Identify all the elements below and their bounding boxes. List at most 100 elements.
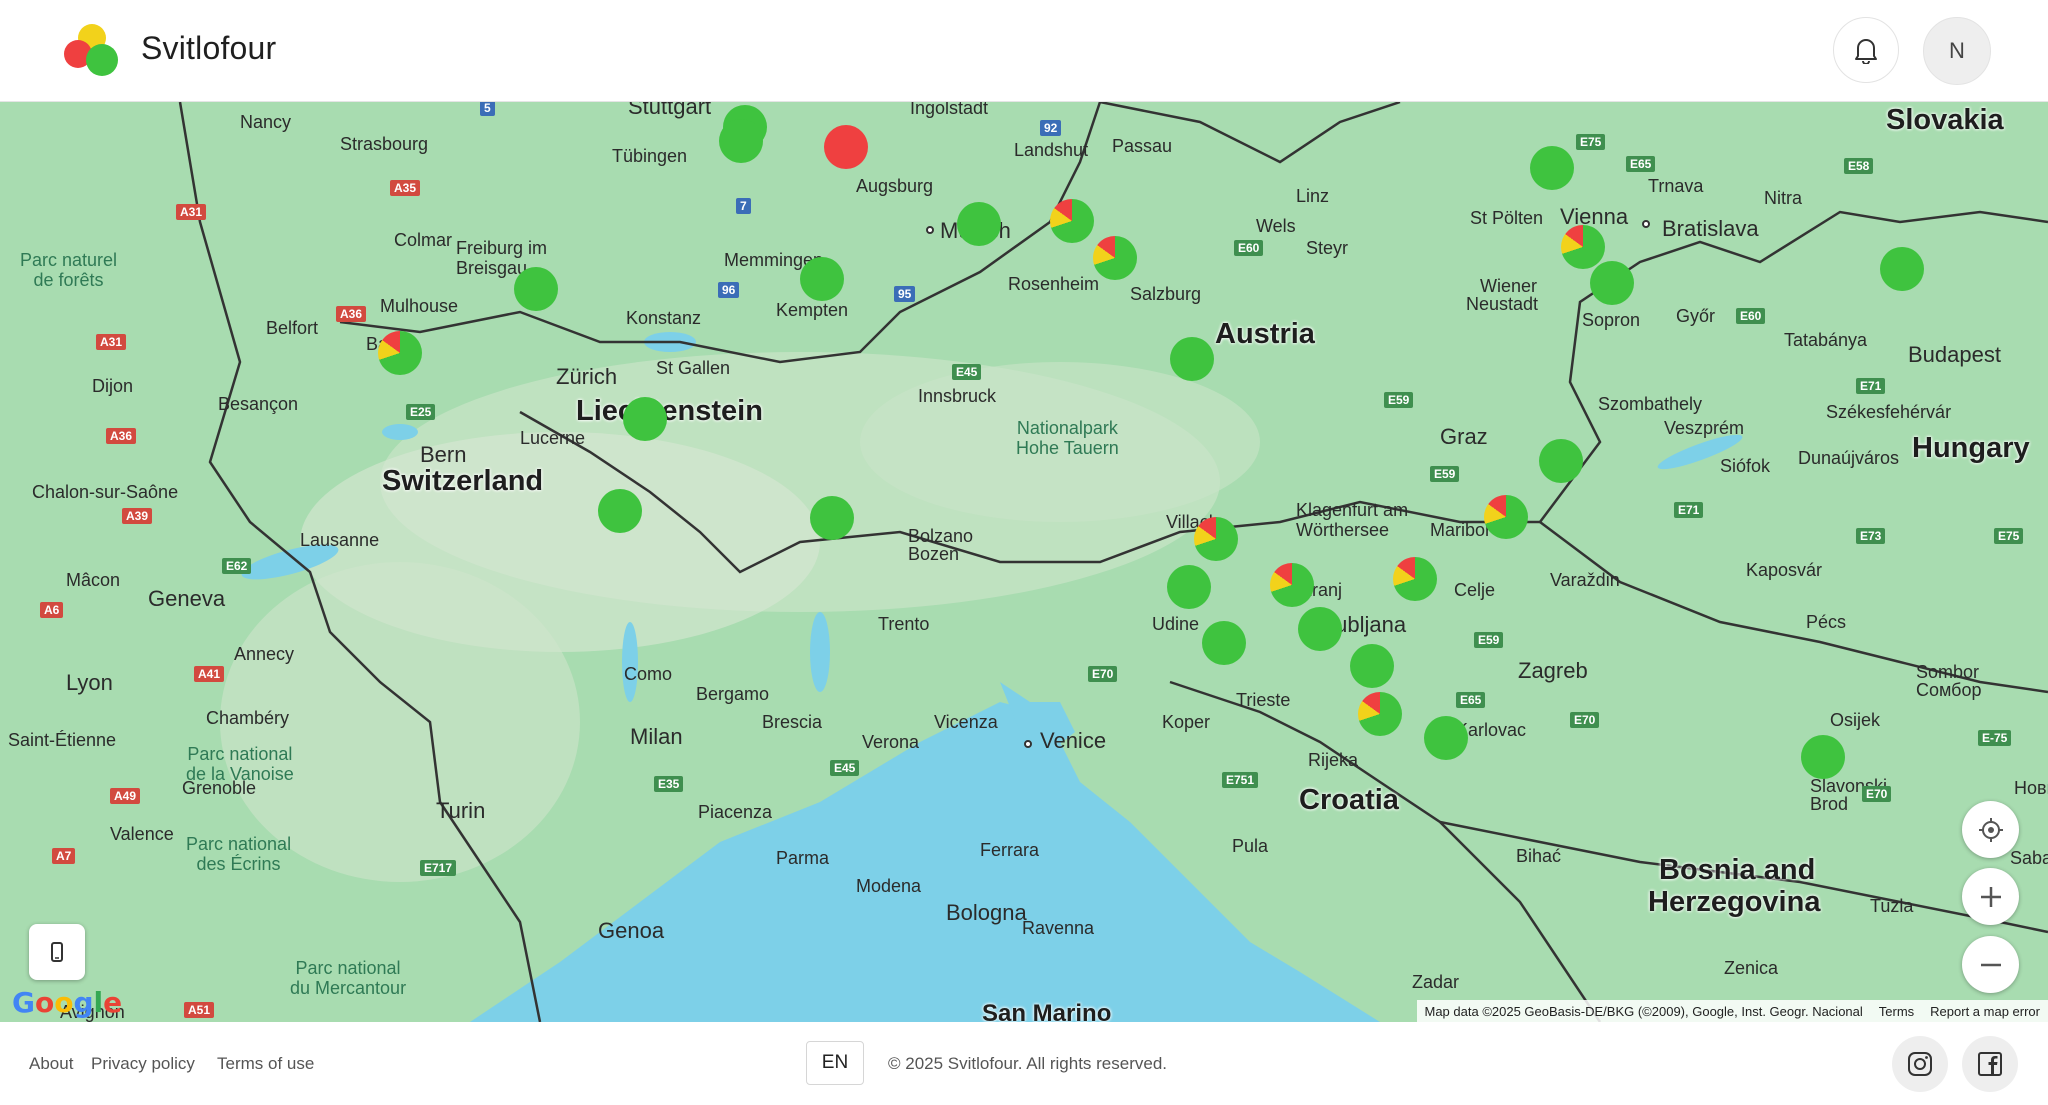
- city-label: Wörthersee: [1296, 520, 1390, 540]
- city-label: St Gallen: [656, 358, 731, 378]
- plus-icon: [1980, 886, 2001, 907]
- status-marker[interactable]: [378, 331, 422, 375]
- city-dot: [926, 226, 934, 234]
- status-marker[interactable]: [957, 202, 1001, 246]
- status-marker[interactable]: [800, 257, 844, 301]
- status-marker[interactable]: [1530, 146, 1574, 190]
- app-title[interactable]: Svitlofour: [141, 30, 276, 67]
- status-marker[interactable]: [1194, 517, 1238, 561]
- city-label: Сомбор: [1916, 680, 1982, 700]
- status-marker[interactable]: [1358, 692, 1402, 736]
- city-label: Dunaújváros: [1798, 448, 1900, 468]
- city-label: Koper: [1162, 712, 1211, 732]
- city-label: Passau: [1112, 136, 1173, 156]
- city-dot: [1642, 220, 1650, 228]
- city-label: Venice: [1040, 728, 1107, 753]
- map-canvas[interactable]: Slovakia Austria Hungary Liechtenstein S…: [0, 102, 2048, 1022]
- status-marker[interactable]: [1298, 607, 1342, 651]
- city-label: Como: [624, 664, 673, 684]
- status-marker[interactable]: [1539, 439, 1583, 483]
- status-marker[interactable]: [824, 125, 868, 169]
- city-label: Geneva: [148, 586, 226, 611]
- city-label: Bologna: [946, 900, 1027, 925]
- country-label: Herzegovina: [1648, 886, 1821, 918]
- city-label: Bihać: [1516, 846, 1562, 866]
- city-label: Tübingen: [612, 146, 688, 166]
- status-marker[interactable]: [598, 489, 642, 533]
- status-marker[interactable]: [1202, 621, 1246, 665]
- status-marker[interactable]: [1801, 735, 1845, 779]
- map-terms-link[interactable]: Terms: [1879, 1004, 1914, 1019]
- city-label: St Pölten: [1470, 208, 1544, 228]
- status-marker[interactable]: [1424, 716, 1468, 760]
- road-shield: A49: [110, 788, 141, 804]
- city-label: Trento: [878, 614, 930, 634]
- zoom-in-button[interactable]: [1962, 868, 2019, 925]
- road-shield: 96: [718, 282, 740, 298]
- status-marker[interactable]: [1170, 337, 1214, 381]
- road-shield: A6: [40, 602, 64, 618]
- status-marker[interactable]: [1880, 247, 1924, 291]
- city-label: Győr: [1676, 306, 1716, 326]
- locate-button[interactable]: [1962, 801, 2019, 858]
- country-label: Slovakia: [1886, 104, 2004, 136]
- privacy-link[interactable]: Privacy policy: [91, 1054, 195, 1074]
- notifications-button[interactable]: [1833, 17, 1899, 83]
- city-label: Pécs: [1806, 612, 1847, 632]
- country-label: Austria: [1215, 318, 1315, 350]
- city-label: Udine: [1152, 614, 1200, 634]
- facebook-button[interactable]: [1962, 1036, 2018, 1092]
- minus-icon: [1980, 963, 2001, 966]
- road-shield: E-75: [1978, 730, 2012, 746]
- road-shield: A39: [122, 508, 153, 524]
- status-marker[interactable]: [1350, 644, 1394, 688]
- road-shield: A31: [176, 204, 207, 220]
- language-select[interactable]: EN: [806, 1041, 864, 1085]
- road-shield: E60: [1736, 308, 1766, 324]
- road-shield: A35: [390, 180, 421, 196]
- road-shield: E75: [1994, 528, 2024, 544]
- logo[interactable]: [62, 24, 122, 78]
- mobile-view-button[interactable]: [29, 924, 85, 980]
- city-label: Genoa: [598, 918, 665, 943]
- status-marker[interactable]: [623, 397, 667, 441]
- road-shield: E59: [1474, 632, 1504, 648]
- status-marker[interactable]: [719, 119, 763, 163]
- status-marker[interactable]: [1050, 199, 1094, 243]
- city-label: Steyr: [1306, 238, 1349, 258]
- city-label: Veszprém: [1664, 418, 1745, 438]
- city-label: Lucerne: [520, 428, 586, 448]
- city-label: Nitra: [1764, 188, 1803, 208]
- footer: About Privacy policy Terms of use EN © 2…: [0, 1022, 2048, 1105]
- city-label: Szombathely: [1598, 394, 1703, 414]
- road-shield: E59: [1430, 466, 1460, 482]
- status-marker[interactable]: [1393, 557, 1437, 601]
- instagram-button[interactable]: [1892, 1036, 1948, 1092]
- status-marker[interactable]: [514, 267, 558, 311]
- city-label: Zadar: [1412, 972, 1460, 992]
- city-label: Landshut: [1014, 140, 1089, 160]
- city-label: Besançon: [218, 394, 299, 414]
- status-marker[interactable]: [1561, 225, 1605, 269]
- avatar[interactable]: N: [1923, 17, 1991, 85]
- city-label: Budapest: [1908, 342, 2001, 367]
- status-marker[interactable]: [1167, 565, 1211, 609]
- status-marker[interactable]: [1590, 261, 1634, 305]
- city-label: Bern: [420, 442, 467, 467]
- city-label: Trnava: [1648, 176, 1704, 196]
- city-label: Sabac: [2010, 848, 2048, 868]
- road-shield: 92: [1040, 120, 1062, 136]
- zoom-out-button[interactable]: [1962, 936, 2019, 993]
- status-marker[interactable]: [1484, 495, 1528, 539]
- status-marker[interactable]: [810, 496, 854, 540]
- about-link[interactable]: About: [29, 1054, 73, 1074]
- city-label: Bergamo: [696, 684, 770, 704]
- city-label: Siófok: [1720, 456, 1771, 476]
- road-shield: 7: [736, 198, 751, 214]
- terms-link[interactable]: Terms of use: [217, 1054, 314, 1074]
- status-marker[interactable]: [1270, 563, 1314, 607]
- status-marker[interactable]: [1093, 236, 1137, 280]
- road-shield: E65: [1456, 692, 1486, 708]
- city-label: Székesfehérvár: [1826, 402, 1952, 422]
- report-error-link[interactable]: Report a map error: [1930, 1004, 2040, 1019]
